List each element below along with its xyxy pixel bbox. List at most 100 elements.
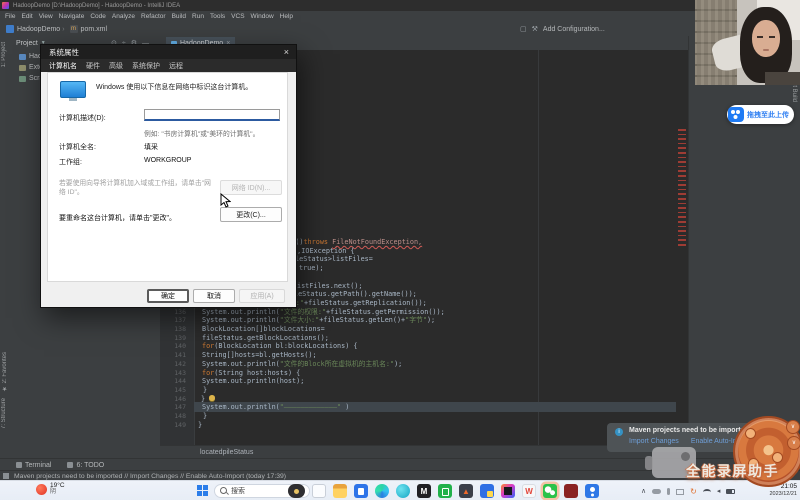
menu-run[interactable]: Run [189,13,207,20]
code-line[interactable]: 数:"+fileStatus.getReplication()); [289,299,427,308]
error-stripe-mark[interactable] [678,189,686,191]
menu-code[interactable]: Code [87,13,109,20]
sync-icon[interactable]: ↻ [690,487,697,496]
code-line[interactable]: leStatus.getPath().getName()); [294,290,417,299]
error-stripe-mark[interactable] [678,157,686,159]
error-stripe-mark[interactable] [678,221,686,223]
error-stripe-mark[interactable] [678,198,686,200]
tool-stripe-project[interactable]: 1: Project [1,42,7,67]
menu-build[interactable]: Build [169,13,189,20]
code-line[interactable]: System.out.println("—————————————" ) [202,403,349,412]
start-button[interactable] [197,485,208,496]
tray-expand-icon[interactable]: ∧ [641,487,646,496]
pinned-app-dark-red[interactable] [564,484,578,498]
layout-icon[interactable]: ▢ [520,25,527,33]
menu-file[interactable]: File [2,13,18,20]
tool-stripe-7-structure[interactable]: 7: Structure [1,398,7,429]
error-stripe-mark[interactable] [678,230,686,232]
build-hammer-icon[interactable]: ⚒ [532,25,538,33]
code-line[interactable]: String[]hosts=bl.getHosts(); [202,351,317,360]
dialog-titlebar[interactable]: 系统属性 × [41,45,296,59]
code-line[interactable]: System.out.println("文件的权限:"+fileStatus.g… [202,308,445,317]
menu-help[interactable]: Help [277,13,296,20]
taskbar-weather-widget[interactable]: 19°C 阴 [36,482,65,496]
breadcrumb-symbol[interactable]: locatedpileStatus [200,449,253,456]
status-message[interactable]: Maven projects need to be imported // Im… [14,473,286,480]
code-line[interactable]: for(BlockLocation bl:blockLocations) { [202,342,358,351]
intention-bulb-icon[interactable] [209,395,215,401]
pinned-app-blue-yellow[interactable] [480,484,494,498]
error-stripe-mark[interactable] [678,134,686,136]
menu-refactor[interactable]: Refactor [138,13,169,20]
code-line[interactable]: System.out.println(host); [202,377,304,386]
tool-window-todo[interactable]: 6: TODO [67,462,104,469]
dialog-tab-3[interactable]: 高级 [109,61,123,71]
code-line[interactable]: istFiles.next(); [297,282,362,291]
dialog-tab-1[interactable]: 计算机名 [49,61,77,71]
code-line[interactable]: } [201,395,215,404]
tool-windows-icon[interactable] [3,473,9,479]
error-stripe-mark[interactable] [678,161,686,163]
breadcrumb-file[interactable]: pom.xml [81,26,107,33]
code-line[interactable]: BlockLocation[]blockLocations= [202,325,325,334]
close-icon[interactable]: × [284,45,289,59]
mic-icon[interactable] [667,488,670,495]
error-stripe-mark[interactable] [678,239,686,241]
pinned-app-dark-oval[interactable] [288,484,305,498]
pinned-app-light[interactable] [312,484,326,498]
code-line[interactable]: System.out.println("文件大小:"+fileStatus.ge… [202,316,435,325]
code-line[interactable]: on,IOException { [289,247,354,256]
code-line[interactable]: fileStatus.getBlockLocations(); [202,334,329,343]
pinned-app-black-m[interactable]: M [417,484,431,498]
menu-navigate[interactable]: Navigate [56,13,88,20]
battery-icon[interactable] [726,489,735,494]
error-stripe-mark[interactable] [678,216,686,218]
wifi-icon[interactable] [703,489,711,495]
error-stripe-mark[interactable] [678,166,686,168]
error-stripe-mark[interactable] [678,203,686,205]
wechat[interactable] [543,484,557,498]
matlab[interactable]: ▲ [459,484,473,498]
tool-stripe--2-favorites[interactable]: ★ 2: Favorites [1,352,8,392]
error-stripe-mark[interactable] [678,129,686,131]
dialog-tab-5[interactable]: 远程 [169,61,183,71]
microsoft-store[interactable] [354,484,368,498]
error-stripe-mark[interactable] [678,184,686,186]
error-stripe-mark[interactable] [678,180,686,182]
code-line[interactable]: } [203,386,207,395]
dialog-tab-4[interactable]: 系统保护 [132,61,160,71]
pinned-app-blue-person[interactable] [585,484,599,498]
code-line[interactable]: } [198,421,202,430]
menu-view[interactable]: View [36,13,56,20]
error-stripe-mark[interactable] [678,244,686,246]
error-stripe-mark[interactable] [678,152,686,154]
code-line[interactable]: for(String host:hosts) { [202,369,300,378]
wps-office[interactable]: W [522,484,536,498]
error-stripe-mark[interactable] [678,138,686,140]
drag-upload-button[interactable]: 拖拽至此上传 [727,105,794,124]
tool-window-terminal[interactable]: Terminal [16,462,51,469]
menu-window[interactable]: Window [248,13,277,20]
code-line[interactable]: } [203,412,207,421]
breadcrumb-project[interactable]: HadoopDemo [17,26,60,33]
display-icon[interactable] [676,489,684,495]
code-line[interactable]: les()throws FileNotFoundException, [283,238,422,247]
notification-link-1[interactable]: Import Changes [629,438,679,445]
code-line[interactable]: true); [299,264,324,273]
cancel-button[interactable]: 取消 [193,289,235,303]
error-stripe-mark[interactable] [678,175,686,177]
error-stripe-mark[interactable] [678,235,686,237]
file-explorer[interactable] [333,484,347,498]
error-stripe-mark[interactable] [678,143,686,145]
computer-description-input[interactable] [144,109,280,121]
error-stripe-mark[interactable] [678,147,686,149]
error-stripe-mark[interactable] [678,170,686,172]
intellij-idea[interactable] [501,484,515,498]
menu-tools[interactable]: Tools [207,13,228,20]
error-stripe-mark[interactable] [678,193,686,195]
menu-analyze[interactable]: Analyze [109,13,138,20]
code-line[interactable]: ileStatus>listFiles= [291,255,373,264]
add-configuration-dropdown[interactable]: Add Configuration... [543,26,605,33]
code-line[interactable]: System.out.println("文件的Block所在虚拟机的主机名:")… [202,360,402,369]
error-stripe-mark[interactable] [678,226,686,228]
